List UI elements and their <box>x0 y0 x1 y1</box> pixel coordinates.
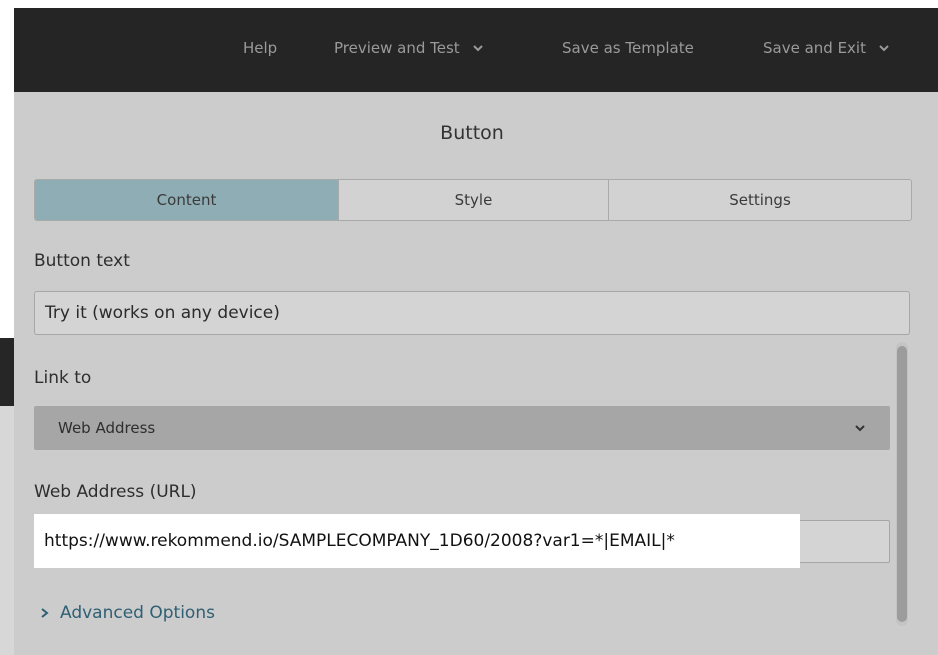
button-text-input[interactable]: Try it (works on any device) <box>34 291 910 335</box>
save-and-exit-menu[interactable]: Save and Exit <box>763 39 890 57</box>
tab-settings-label: Settings <box>729 191 791 209</box>
button-editor-panel: Help Preview and Test Save as Template S… <box>14 8 938 655</box>
advanced-options-toggle[interactable]: Advanced Options <box>40 603 215 623</box>
save-as-template-label: Save as Template <box>562 39 694 57</box>
chevron-down-icon <box>472 45 483 52</box>
help-link[interactable]: Help <box>243 39 277 57</box>
tab-style-label: Style <box>454 191 493 209</box>
chevron-down-icon <box>855 425 865 432</box>
background-app-strip-light <box>0 406 14 655</box>
preview-and-test-menu[interactable]: Preview and Test <box>334 39 484 57</box>
save-as-template-button[interactable]: Save as Template <box>562 39 694 57</box>
panel-title: Button <box>440 122 504 144</box>
tab-content[interactable]: Content <box>35 180 339 220</box>
help-label: Help <box>243 39 278 57</box>
chevron-right-icon <box>41 608 49 618</box>
link-to-selected-value: Web Address <box>58 419 156 437</box>
chevron-down-icon <box>879 45 889 52</box>
web-address-label: Web Address (URL) <box>34 482 197 502</box>
tab-content-label: Content <box>156 191 217 209</box>
web-address-value: https://www.rekommend.io/SAMPLECOMPANY_1… <box>44 531 675 551</box>
web-address-input[interactable]: https://www.rekommend.io/SAMPLECOMPANY_1… <box>34 514 800 568</box>
advanced-options-label: Advanced Options <box>60 603 215 623</box>
editor-tabs: Content Style Settings <box>34 179 912 221</box>
tab-settings[interactable]: Settings <box>609 180 911 220</box>
link-to-select[interactable]: Web Address <box>34 406 890 450</box>
button-text-label: Button text <box>34 251 130 271</box>
scrollbar-thumb[interactable] <box>897 346 907 622</box>
scrollbar-track[interactable] <box>896 342 908 626</box>
link-to-label: Link to <box>34 368 92 388</box>
background-app-strip-dark <box>0 338 14 406</box>
top-toolbar: Help Preview and Test Save as Template S… <box>14 8 938 92</box>
save-and-exit-label: Save and Exit <box>763 39 866 57</box>
preview-and-test-label: Preview and Test <box>334 39 460 57</box>
tab-style[interactable]: Style <box>339 180 609 220</box>
button-text-value: Try it (works on any device) <box>45 303 280 323</box>
